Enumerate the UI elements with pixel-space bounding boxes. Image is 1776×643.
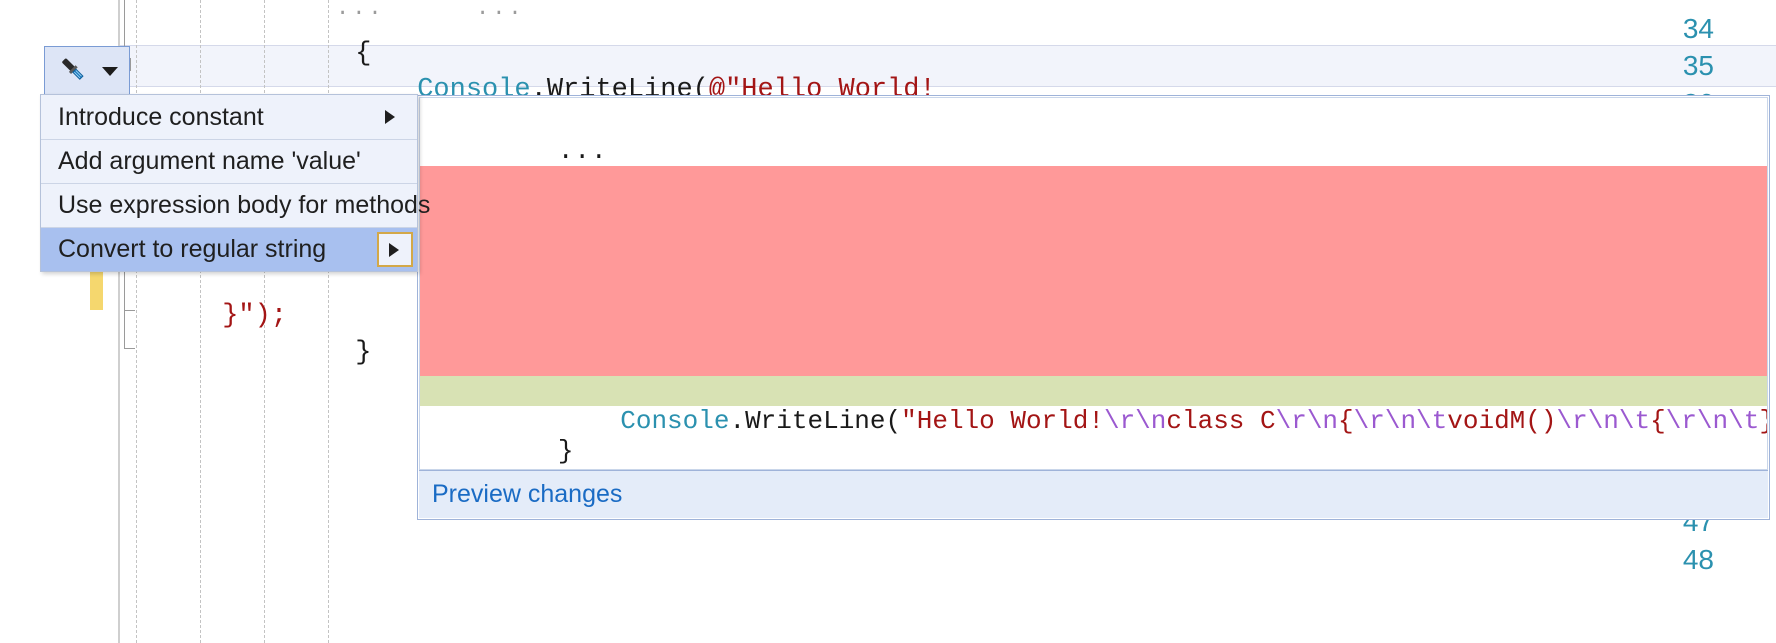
preview-line-context: ... bbox=[420, 436, 1767, 466]
line-number: 34 bbox=[1683, 15, 1714, 43]
preview-line-removed: class C bbox=[420, 196, 1767, 226]
preview-line-removed: } bbox=[420, 316, 1767, 346]
quick-actions-context-menu: Introduce constant Add argument name 'va… bbox=[40, 94, 418, 272]
preview-line-removed: }"); bbox=[420, 346, 1767, 376]
collapsed-region-dots[interactable]: ... bbox=[476, 0, 525, 21]
line-number: 48 bbox=[1683, 546, 1714, 574]
code-token: } bbox=[355, 338, 371, 368]
screwdriver-icon bbox=[56, 53, 92, 89]
preview-line-context: ... bbox=[420, 106, 1767, 136]
preview-line-context: } bbox=[420, 406, 1767, 436]
menu-item-convert-to-regular-string[interactable]: Convert to regular string bbox=[41, 227, 417, 271]
menu-item-use-expression-body[interactable]: Use expression body for methods bbox=[41, 183, 417, 227]
preview-line-added: Console.WriteLine("Hello World!\r\nclass… bbox=[420, 376, 1767, 406]
menu-item-add-argument-name[interactable]: Add argument name 'value' bbox=[41, 139, 417, 183]
submenu-arrow-button[interactable] bbox=[377, 232, 413, 267]
submenu-arrow-icon bbox=[385, 110, 395, 124]
preview-line-context: { bbox=[420, 136, 1767, 166]
menu-item-introduce-constant[interactable]: Introduce constant bbox=[41, 95, 417, 139]
preview-diff-pane: ... { Console.WriteLine(@"Hello World! c… bbox=[419, 97, 1768, 470]
quick-actions-button[interactable] bbox=[44, 46, 130, 96]
preview-line-removed: Console.WriteLine(@"Hello World! bbox=[420, 166, 1767, 196]
preview-popup-footer: Preview changes bbox=[419, 470, 1768, 518]
chevron-down-icon[interactable] bbox=[102, 67, 118, 76]
menu-item-label: Add argument name 'value' bbox=[58, 147, 361, 176]
preview-line-removed: { bbox=[420, 286, 1767, 316]
preview-line-removed: voidM() bbox=[420, 256, 1767, 286]
preview-line-removed: { bbox=[420, 226, 1767, 256]
preview-changes-link[interactable]: Preview changes bbox=[432, 480, 622, 509]
menu-item-label: Convert to regular string bbox=[58, 235, 326, 264]
menu-item-label: Use expression body for methods bbox=[58, 191, 430, 220]
menu-item-label: Introduce constant bbox=[58, 103, 264, 132]
quick-actions-preview-popup: ... { Console.WriteLine(@"Hello World! c… bbox=[417, 95, 1770, 520]
vs-quick-actions-screenshot: 34 35 36 37 38 39 40 41 42 43 44 45 46 4… bbox=[0, 0, 1776, 643]
submenu-arrow-icon bbox=[389, 243, 399, 257]
unsaved-change-bar bbox=[90, 272, 103, 310]
line-number: 35 bbox=[1683, 52, 1714, 80]
code-line-42: } bbox=[258, 313, 371, 394]
